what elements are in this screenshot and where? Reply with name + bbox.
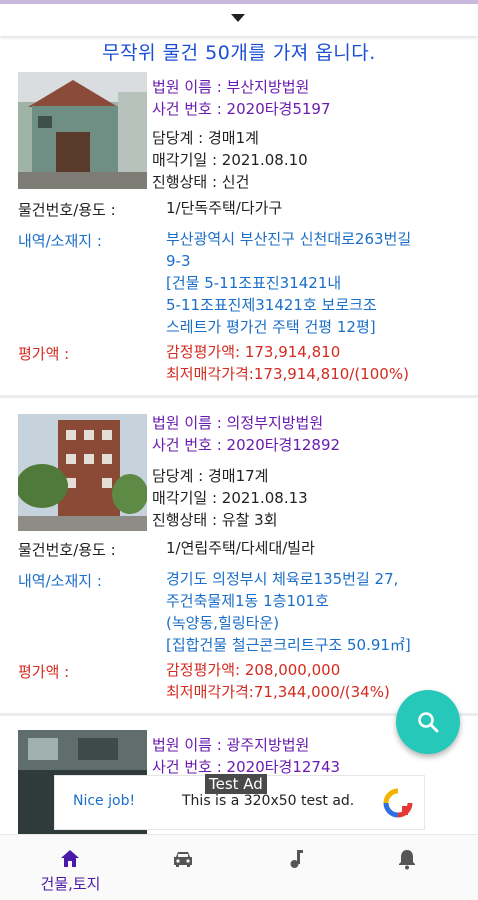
collapse-bar[interactable] bbox=[0, 4, 478, 36]
nav-item-notifications[interactable] bbox=[348, 835, 467, 900]
property-photo[interactable] bbox=[18, 72, 147, 189]
address-line: [건물 5-11조표진31421내 bbox=[166, 274, 342, 292]
address-label: 내역/소재지 : bbox=[18, 232, 102, 250]
item-use-value: 1/단독주택/다가구 bbox=[166, 199, 283, 217]
price-value: 감정평가액: 173,914,810 최저매각가격:173,914,810/(1… bbox=[166, 341, 409, 385]
item-use-label: 물건번호/용도 : bbox=[18, 541, 116, 559]
property-photo[interactable] bbox=[18, 414, 147, 531]
item-use-label: 물건번호/용도 : bbox=[18, 201, 116, 219]
search-fab-button[interactable] bbox=[396, 690, 460, 754]
progress-status: 진행상태 : 신건 bbox=[152, 173, 250, 191]
address-value: 부산광역시 부산진구 신천대로263번길 9-3 [건물 5-11조표진3142… bbox=[166, 228, 411, 338]
address-line: 주건축물제1동 1층101호 bbox=[166, 592, 329, 610]
address-line: (녹양동,힐링타운) bbox=[166, 614, 280, 632]
listing-card[interactable]: 법원 이름 : 부산지방법원 사건 번호 : 2020타경5197 담당계 : … bbox=[0, 68, 478, 396]
address-line: 부산광역시 부산진구 신천대로263번길 bbox=[166, 230, 412, 248]
dropdown-arrow-icon[interactable] bbox=[231, 14, 245, 22]
nav-item-car[interactable] bbox=[124, 835, 243, 900]
nav-item-buildings-land[interactable]: 건물,토지 bbox=[11, 835, 130, 900]
minimum-sale-price: 최저매각가격:71,344,000/(34%) bbox=[166, 683, 390, 701]
sale-date: 매각기일 : 2021.08.13 bbox=[152, 489, 308, 507]
address-line: [집합건물 철근콘크리트구조 50.91㎡] bbox=[166, 636, 411, 654]
address-label: 내역/소재지 : bbox=[18, 572, 102, 590]
price-label: 평가액 : bbox=[18, 663, 70, 681]
address-value: 경기도 의정부시 체육로135번길 27, 주건축물제1동 1층101호 (녹양… bbox=[166, 568, 411, 656]
page-title: 무작위 물건 50개를 가져 옵니다. bbox=[102, 42, 376, 64]
car-icon bbox=[174, 852, 192, 867]
listing-card[interactable]: 법원 이름 : 의정부지방법원 사건 번호 : 2020타경12892 담당계 … bbox=[0, 398, 478, 713]
price-label: 평가액 : bbox=[18, 345, 70, 363]
house-photo-image bbox=[18, 72, 147, 189]
music-note-icon bbox=[290, 850, 303, 868]
minimum-sale-price: 최저매각가격:173,914,810/(100%) bbox=[166, 365, 409, 383]
case-number: 사건 번호 : 2020타경5197 bbox=[152, 100, 331, 118]
sale-date: 매각기일 : 2021.08.10 bbox=[152, 151, 308, 169]
progress-status: 진행상태 : 유찰 3회 bbox=[152, 511, 278, 529]
court-name: 법원 이름 : 의정부지방법원 bbox=[152, 414, 324, 432]
address-line: 5-11조표진제31421호 보로크조 bbox=[166, 296, 377, 314]
home-icon bbox=[61, 850, 79, 867]
price-value: 감정평가액: 208,000,000 최저매각가격:71,344,000/(34… bbox=[166, 659, 390, 703]
ad-nice-text: Nice job! bbox=[73, 793, 136, 809]
address-line: 경기도 의정부시 체육로135번길 27, bbox=[166, 570, 399, 588]
nav-label: 건물,토지 bbox=[40, 875, 101, 893]
test-ad-label: Test Ad bbox=[205, 774, 267, 794]
manager-team: 담당계 : 경매1계 bbox=[152, 129, 259, 147]
bottom-navigation: 건물,토지 bbox=[0, 834, 478, 900]
ad-body-text: This is a 320x50 test ad. bbox=[182, 793, 355, 809]
item-use-value: 1/연립주택/다세대/빌라 bbox=[166, 539, 315, 557]
appraisal-price: 감정평가액: 208,000,000 bbox=[166, 661, 341, 679]
manager-team: 담당계 : 경매17계 bbox=[152, 467, 269, 485]
bell-icon bbox=[399, 850, 415, 870]
case-number: 사건 번호 : 2020타경12892 bbox=[152, 436, 341, 454]
court-name: 법원 이름 : 광주지방법원 bbox=[152, 736, 310, 754]
ad-logo-icon bbox=[383, 788, 413, 818]
court-name: 법원 이름 : 부산지방법원 bbox=[152, 78, 310, 96]
appraisal-price: 감정평가액: 173,914,810 bbox=[166, 343, 341, 361]
address-line: 9-3 bbox=[166, 252, 191, 270]
nav-item-music[interactable] bbox=[237, 835, 356, 900]
address-line: 스레트가 평가건 주택 건평 12평] bbox=[166, 318, 376, 336]
apartment-photo-image bbox=[18, 414, 147, 531]
search-icon bbox=[418, 712, 439, 733]
